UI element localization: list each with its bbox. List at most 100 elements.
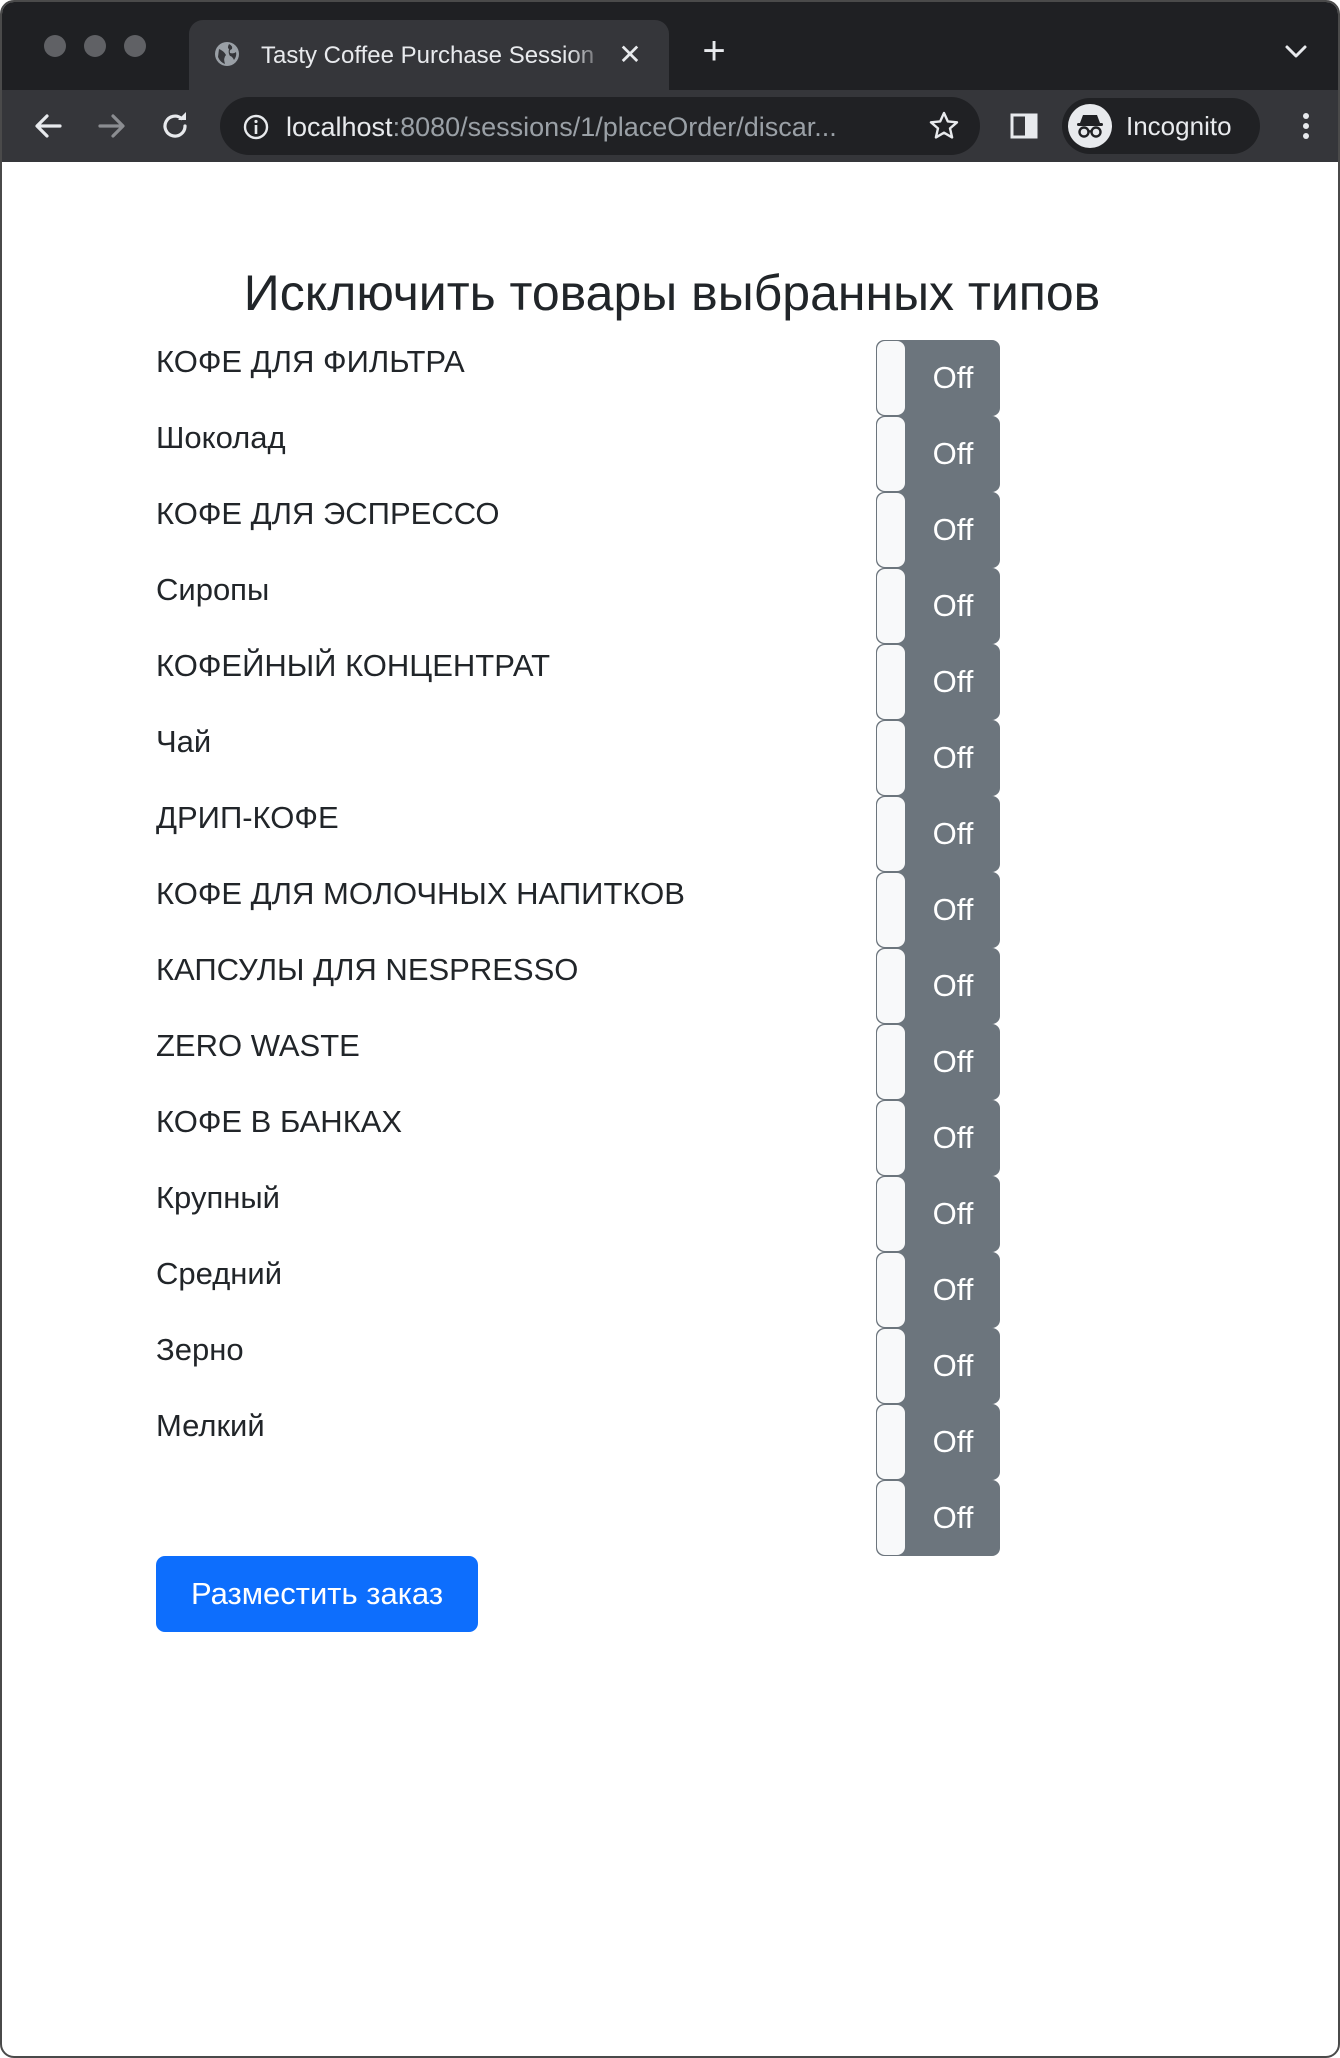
exclude-type-row: КОФЕ ДЛЯ МОЛОЧНЫХ НАПИТКОВ Off	[156, 872, 1016, 948]
more-menu-icon[interactable]	[1288, 108, 1324, 144]
toggle-state-label: Off	[932, 1500, 974, 1535]
toggle-handle	[877, 569, 905, 643]
toggle-handle	[877, 1405, 905, 1479]
toggle-handle	[877, 1253, 905, 1327]
exclude-type-toggle[interactable]: Off	[876, 1328, 1000, 1404]
toggle-state-label: Off	[932, 1120, 974, 1155]
exclude-type-row: Чай Off	[156, 720, 1016, 796]
exclude-type-toggle[interactable]: Off	[876, 796, 1000, 872]
toggle-handle	[877, 645, 905, 719]
toggle-state-label: Off	[932, 1424, 974, 1459]
exclude-type-label: Средний	[156, 1256, 283, 1291]
site-info-icon[interactable]	[242, 113, 270, 141]
browser-titlebar: Tasty Coffee Purchase Session ✕ +	[2, 2, 1338, 90]
exclude-type-row: КОФЕ ДЛЯ ФИЛЬТРА Off	[156, 340, 1016, 416]
toggle-handle	[877, 341, 905, 415]
browser-toolbar: localhost:8080/sessions/1/placeOrder/dis…	[2, 90, 1338, 162]
url-text: localhost:8080/sessions/1/placeOrder/dis…	[286, 110, 896, 144]
page-title: Исключить товары выбранных типов	[243, 265, 1101, 321]
new-tab-icon[interactable]: +	[696, 31, 732, 71]
toggle-state-label: Off	[932, 1196, 974, 1231]
exclude-type-label: КОФЕ ДЛЯ ФИЛЬТРА	[156, 344, 465, 379]
toggle-state-label: Off	[932, 664, 974, 699]
toggle-handle	[877, 873, 905, 947]
toggle-state-label: Off	[932, 512, 974, 547]
toggle-state-label: Off	[932, 1348, 974, 1383]
toggle-state-label: Off	[932, 740, 974, 775]
exclude-type-label: Зерно	[156, 1332, 244, 1367]
browser-window: Tasty Coffee Purchase Session ✕ + localh…	[0, 0, 1340, 2058]
incognito-avatar	[1068, 104, 1112, 148]
toggle-state-label: Off	[932, 892, 974, 927]
exclude-type-toggle[interactable]: Off	[876, 948, 1000, 1024]
exclude-type-row: КОФЕ В БАНКАХ Off	[156, 1100, 1016, 1176]
incognito-icon	[1077, 115, 1103, 138]
toggle-state-label: Off	[932, 360, 974, 395]
toggle-handle	[877, 949, 905, 1023]
maximize-window-icon[interactable]	[124, 35, 146, 57]
incognito-label: Incognito	[1126, 111, 1232, 141]
bookmark-star-icon[interactable]	[928, 110, 960, 142]
exclude-type-toggle[interactable]: Off	[876, 568, 1000, 644]
tab-close-icon[interactable]: ✕	[617, 41, 643, 69]
exclude-type-toggle[interactable]: Off	[876, 872, 1000, 948]
toggle-state-label: Off	[932, 436, 974, 471]
exclude-type-row: Off	[156, 1480, 1016, 1556]
exclude-type-toggle[interactable]: Off	[876, 1252, 1000, 1328]
url-host: localhost	[286, 112, 393, 142]
exclude-type-label: ДРИП-КОФЕ	[156, 800, 339, 835]
tab-title-fade	[569, 36, 609, 76]
url-path: :8080/sessions/1/placeOrder/discar...	[392, 112, 837, 142]
toggle-state-label: Off	[932, 816, 974, 851]
exclude-type-row: КАПСУЛЫ ДЛЯ NESPRESSO Off	[156, 948, 1016, 1024]
toggle-handle	[877, 1481, 905, 1555]
exclude-type-row: ZERO WASTE Off	[156, 1024, 1016, 1100]
tab-search-chevron-icon[interactable]	[1282, 40, 1310, 64]
exclude-type-row: КОФЕ ДЛЯ ЭСПРЕССО Off	[156, 492, 1016, 568]
exclude-type-toggle[interactable]: Off	[876, 644, 1000, 720]
exclude-type-toggle[interactable]: Off	[876, 1100, 1000, 1176]
exclude-type-label: КОФЕ В БАНКАХ	[156, 1104, 403, 1139]
exclude-type-label: Мелкий	[156, 1408, 265, 1443]
exclude-type-row: КОФЕЙНЫЙ КОНЦЕНТРАТ Off	[156, 644, 1016, 720]
exclude-type-label: Крупный	[156, 1180, 280, 1215]
globe-icon	[215, 42, 239, 66]
exclude-type-label: Шоколад	[156, 420, 286, 455]
incognito-profile-button[interactable]: Incognito	[1062, 98, 1260, 154]
place-order-button[interactable]: Разместить заказ	[156, 1556, 478, 1632]
exclude-type-label: КОФЕ ДЛЯ МОЛОЧНЫХ НАПИТКОВ	[156, 876, 685, 911]
toggle-state-label: Off	[932, 1044, 974, 1079]
exclude-type-toggle[interactable]: Off	[876, 1404, 1000, 1480]
browser-tab[interactable]: Tasty Coffee Purchase Session ✕	[189, 20, 669, 90]
toggle-state-label: Off	[932, 588, 974, 623]
exclude-type-toggle[interactable]: Off	[876, 1176, 1000, 1252]
exclude-type-row: Зерно Off	[156, 1328, 1016, 1404]
reload-icon[interactable]	[157, 108, 193, 144]
exclude-type-label: КАПСУЛЫ ДЛЯ NESPRESSO	[156, 952, 579, 987]
exclude-type-row: Средний Off	[156, 1252, 1016, 1328]
side-panel-icon[interactable]	[1006, 108, 1042, 144]
exclude-type-toggle[interactable]: Off	[876, 340, 1000, 416]
back-arrow-icon[interactable]	[30, 108, 66, 144]
address-bar[interactable]: localhost:8080/sessions/1/placeOrder/dis…	[220, 97, 980, 155]
exclude-type-toggle[interactable]: Off	[876, 416, 1000, 492]
minimize-window-icon[interactable]	[84, 35, 106, 57]
exclude-type-row: Крупный Off	[156, 1176, 1016, 1252]
exclude-type-toggle[interactable]: Off	[876, 720, 1000, 796]
exclude-type-label: ZERO WASTE	[156, 1028, 360, 1063]
toggle-handle	[877, 493, 905, 567]
toggle-handle	[877, 1329, 905, 1403]
exclude-type-toggle[interactable]: Off	[876, 492, 1000, 568]
exclude-type-row: Шоколад Off	[156, 416, 1016, 492]
forward-arrow-icon[interactable]	[94, 108, 130, 144]
close-window-icon[interactable]	[44, 35, 66, 57]
toggle-handle	[877, 721, 905, 795]
toggle-handle	[877, 417, 905, 491]
exclude-type-toggle[interactable]: Off	[876, 1024, 1000, 1100]
exclude-type-toggle[interactable]: Off	[876, 1480, 1000, 1556]
exclude-type-row: Сиропы Off	[156, 568, 1016, 644]
exclude-type-label: Сиропы	[156, 572, 270, 607]
tab-title: Tasty Coffee Purchase Session	[261, 42, 595, 69]
toggle-handle	[877, 1177, 905, 1251]
toggle-handle	[877, 1025, 905, 1099]
